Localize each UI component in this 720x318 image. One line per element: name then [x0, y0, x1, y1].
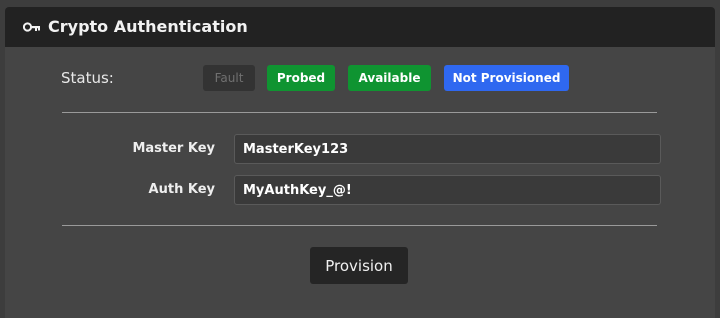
divider — [62, 225, 657, 226]
status-badge-probed: Probed — [267, 65, 335, 91]
key-icon — [23, 22, 40, 32]
panel-title: Crypto Authentication — [48, 17, 248, 36]
auth-key-input[interactable] — [234, 175, 661, 205]
status-badge-not-provisioned: Not Provisioned — [444, 65, 569, 91]
master-key-label: Master Key — [132, 141, 215, 156]
status-badge-available: Available — [348, 65, 431, 91]
status-label: Status: — [61, 69, 114, 87]
status-badge-fault: Fault — [203, 65, 255, 91]
auth-key-label: Auth Key — [148, 182, 215, 197]
divider — [62, 112, 657, 113]
master-key-input[interactable] — [234, 134, 661, 164]
crypto-auth-panel: Crypto Authentication Status: Fault Prob… — [5, 7, 715, 318]
provision-button[interactable]: Provision — [310, 247, 408, 284]
panel-header: Crypto Authentication — [5, 7, 715, 47]
